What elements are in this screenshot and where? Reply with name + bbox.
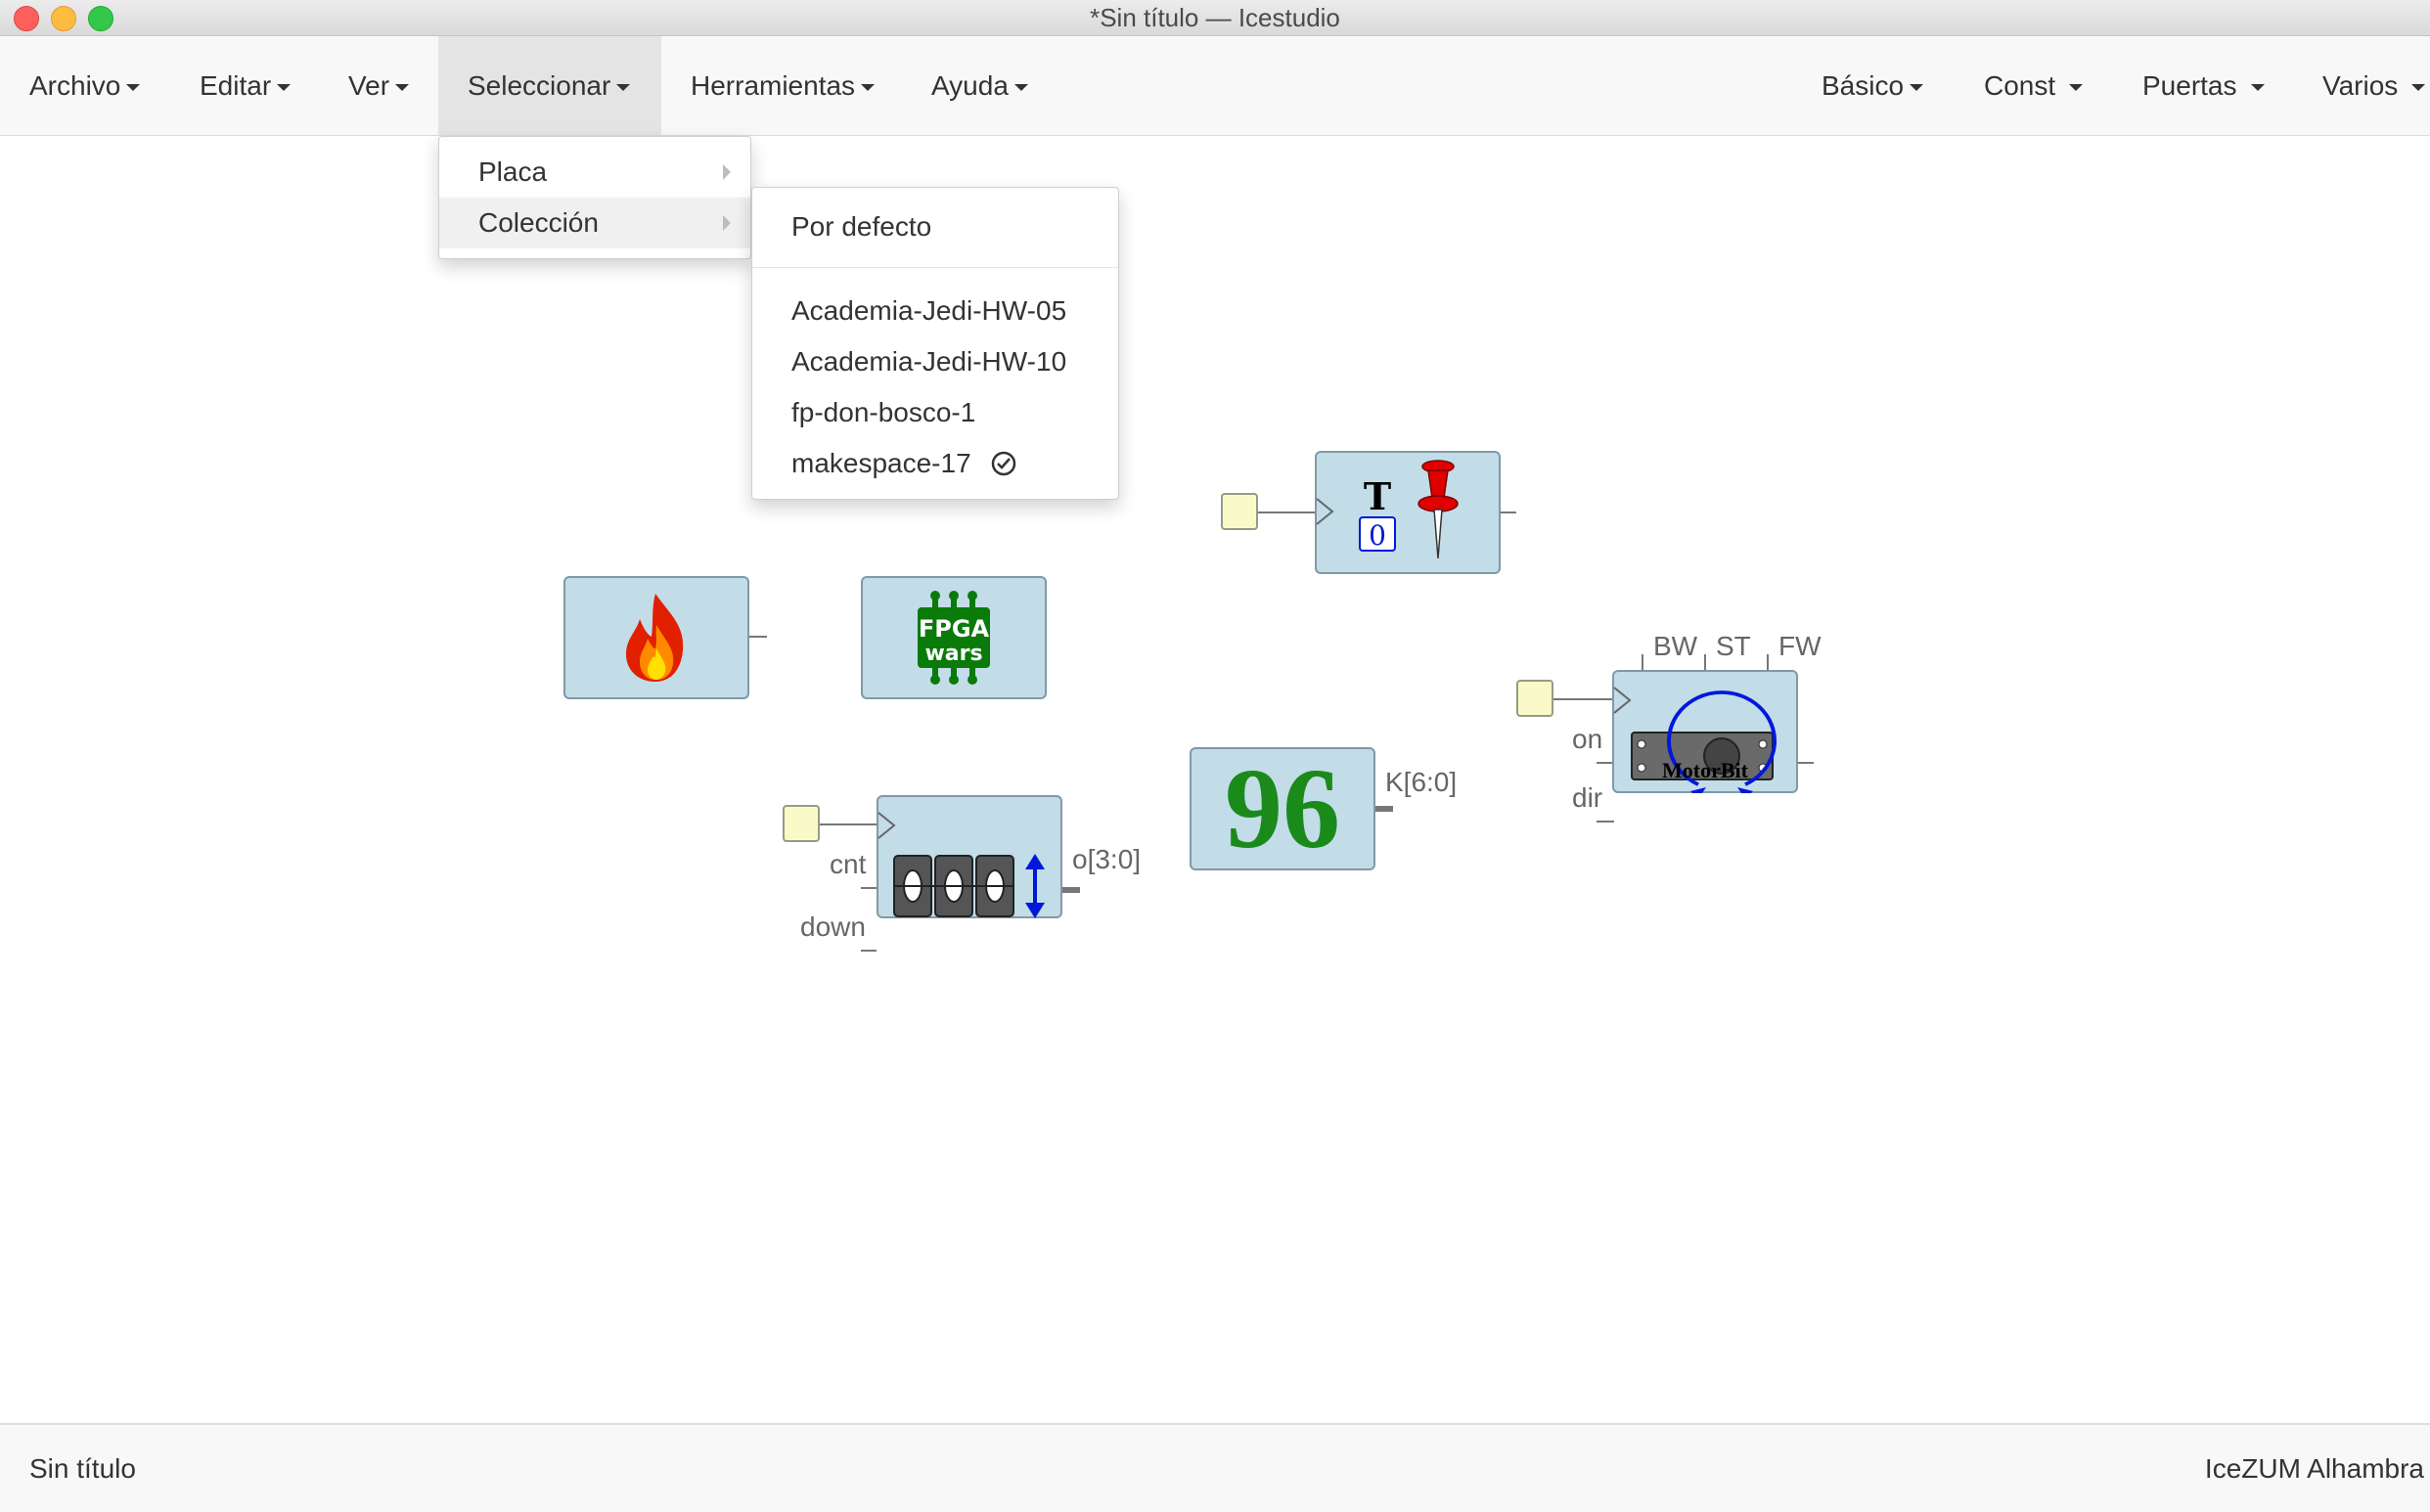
- menu-varios[interactable]: Varios: [2293, 36, 2430, 135]
- wire: [1798, 762, 1814, 764]
- design-canvas[interactable]: T 0 FPGA wars cnt down o[3:0] 96 K[6:0] …: [0, 136, 2430, 1423]
- motor-output-st-label: ST: [1716, 631, 1751, 661]
- caret-down-icon: [861, 84, 876, 92]
- motorbit-block[interactable]: MotorBit: [1612, 670, 1798, 793]
- motor-output-bw-label: BW: [1653, 631, 1698, 661]
- menu-puertas[interactable]: Puertas: [2113, 36, 2294, 135]
- counter-output-label: o[3:0]: [1072, 844, 1142, 874]
- toggle-block-graphic: T 0: [1316, 460, 1459, 559]
- counter-graphic: [878, 812, 1045, 918]
- fire-icon: [626, 594, 684, 682]
- window-title: *Sin título — Icestudio: [1090, 3, 1340, 32]
- motor-input-dir-label: dir: [1572, 782, 1603, 813]
- caret-down-icon: [616, 84, 631, 92]
- menu-seleccionar[interactable]: Seleccionar: [438, 36, 661, 135]
- wire: [1258, 511, 1315, 513]
- toggle-value-label: 0: [1369, 519, 1386, 552]
- caret-down-icon: [1013, 84, 1028, 92]
- pushpin-icon: [1418, 460, 1459, 559]
- collection-item[interactable]: Academia-Jedi-HW-05: [752, 286, 1118, 336]
- menu-const[interactable]: Const: [1955, 36, 2112, 135]
- toggle-t-label: T: [1364, 474, 1391, 518]
- menu-editar[interactable]: Editar: [170, 36, 320, 135]
- seleccionar-dropdown: Placa Colección: [438, 136, 751, 259]
- caret-down-icon: [2069, 84, 2084, 92]
- statusbar-board[interactable]: IceZUM Alhambra: [2205, 1425, 2424, 1512]
- caret-down-icon: [277, 84, 292, 92]
- wire: [1704, 654, 1706, 670]
- caret-down-icon: [395, 84, 410, 92]
- up-down-arrow-icon: [1025, 854, 1045, 918]
- menu-divider: [752, 267, 1118, 268]
- submenu-arrow-icon: [723, 164, 731, 180]
- output-bus-wire: [1375, 806, 1393, 812]
- fpga-wars-logo-icon: FPGA wars: [918, 591, 990, 685]
- wire: [861, 950, 877, 952]
- menu-ver[interactable]: Ver: [319, 36, 438, 135]
- constant-block[interactable]: 96: [1190, 747, 1375, 870]
- motor-input-on-label: on: [1572, 724, 1603, 754]
- toggle-block[interactable]: T 0: [1315, 451, 1501, 574]
- wire: [1597, 821, 1614, 823]
- caret-down-icon: [126, 84, 141, 92]
- wire: [820, 823, 877, 825]
- collection-item-selected[interactable]: makespace-17: [752, 438, 1118, 489]
- check-circle-icon: [992, 451, 1016, 475]
- statusbar: Sin título IceZUM Alhambra: [0, 1423, 2430, 1512]
- menu-archivo[interactable]: Archivo: [0, 36, 169, 135]
- menu-basico[interactable]: Básico: [1792, 36, 1953, 135]
- wire: [1642, 654, 1643, 670]
- input-port[interactable]: [1516, 680, 1553, 717]
- window-titlebar: *Sin título — Icestudio: [0, 0, 2430, 36]
- motor-output-fw-label: FW: [1778, 631, 1822, 661]
- counter-block[interactable]: [877, 795, 1062, 918]
- caret-down-icon: [2250, 84, 2265, 92]
- collection-item-default[interactable]: Por defecto: [752, 201, 1118, 252]
- wire: [861, 887, 877, 889]
- caret-down-icon: [1910, 84, 1924, 92]
- output-bus-wire: [1062, 887, 1080, 893]
- wire: [749, 636, 767, 638]
- submenu-arrow-icon: [723, 215, 731, 231]
- menubar: Archivo Editar Ver Seleccionar Herramien…: [0, 36, 2430, 136]
- menu-ayuda[interactable]: Ayuda: [902, 36, 1058, 135]
- input-port[interactable]: [1221, 493, 1258, 530]
- caret-down-icon: [2411, 84, 2426, 92]
- constant-value: 96: [1225, 744, 1340, 872]
- counter-input-down-label: down: [800, 912, 866, 942]
- wire: [1767, 654, 1769, 670]
- wars-logo-text: wars: [924, 642, 982, 666]
- counter-digits-icon: [893, 855, 1014, 917]
- wire: [1553, 698, 1614, 700]
- statusbar-filename: Sin título: [29, 1453, 136, 1484]
- input-port[interactable]: [783, 805, 820, 842]
- motorbit-caption: MotorBit: [1662, 758, 1748, 782]
- menu-item-coleccion[interactable]: Colección: [439, 198, 750, 248]
- collection-item[interactable]: fp-don-bosco-1: [752, 387, 1118, 438]
- coleccion-submenu: Por defecto Academia-Jedi-HW-05 Academia…: [751, 187, 1119, 500]
- fpga-wars-block[interactable]: FPGA wars: [861, 576, 1047, 699]
- fpga-logo-text: FPGA: [919, 615, 990, 643]
- menu-item-placa[interactable]: Placa: [439, 147, 750, 198]
- fire-block[interactable]: [563, 576, 749, 699]
- collection-item[interactable]: Academia-Jedi-HW-10: [752, 336, 1118, 387]
- menu-herramientas[interactable]: Herramientas: [661, 36, 904, 135]
- constant-output-label: K[6:0]: [1385, 767, 1458, 797]
- wire: [1501, 511, 1516, 513]
- counter-input-cnt-label: cnt: [830, 849, 867, 879]
